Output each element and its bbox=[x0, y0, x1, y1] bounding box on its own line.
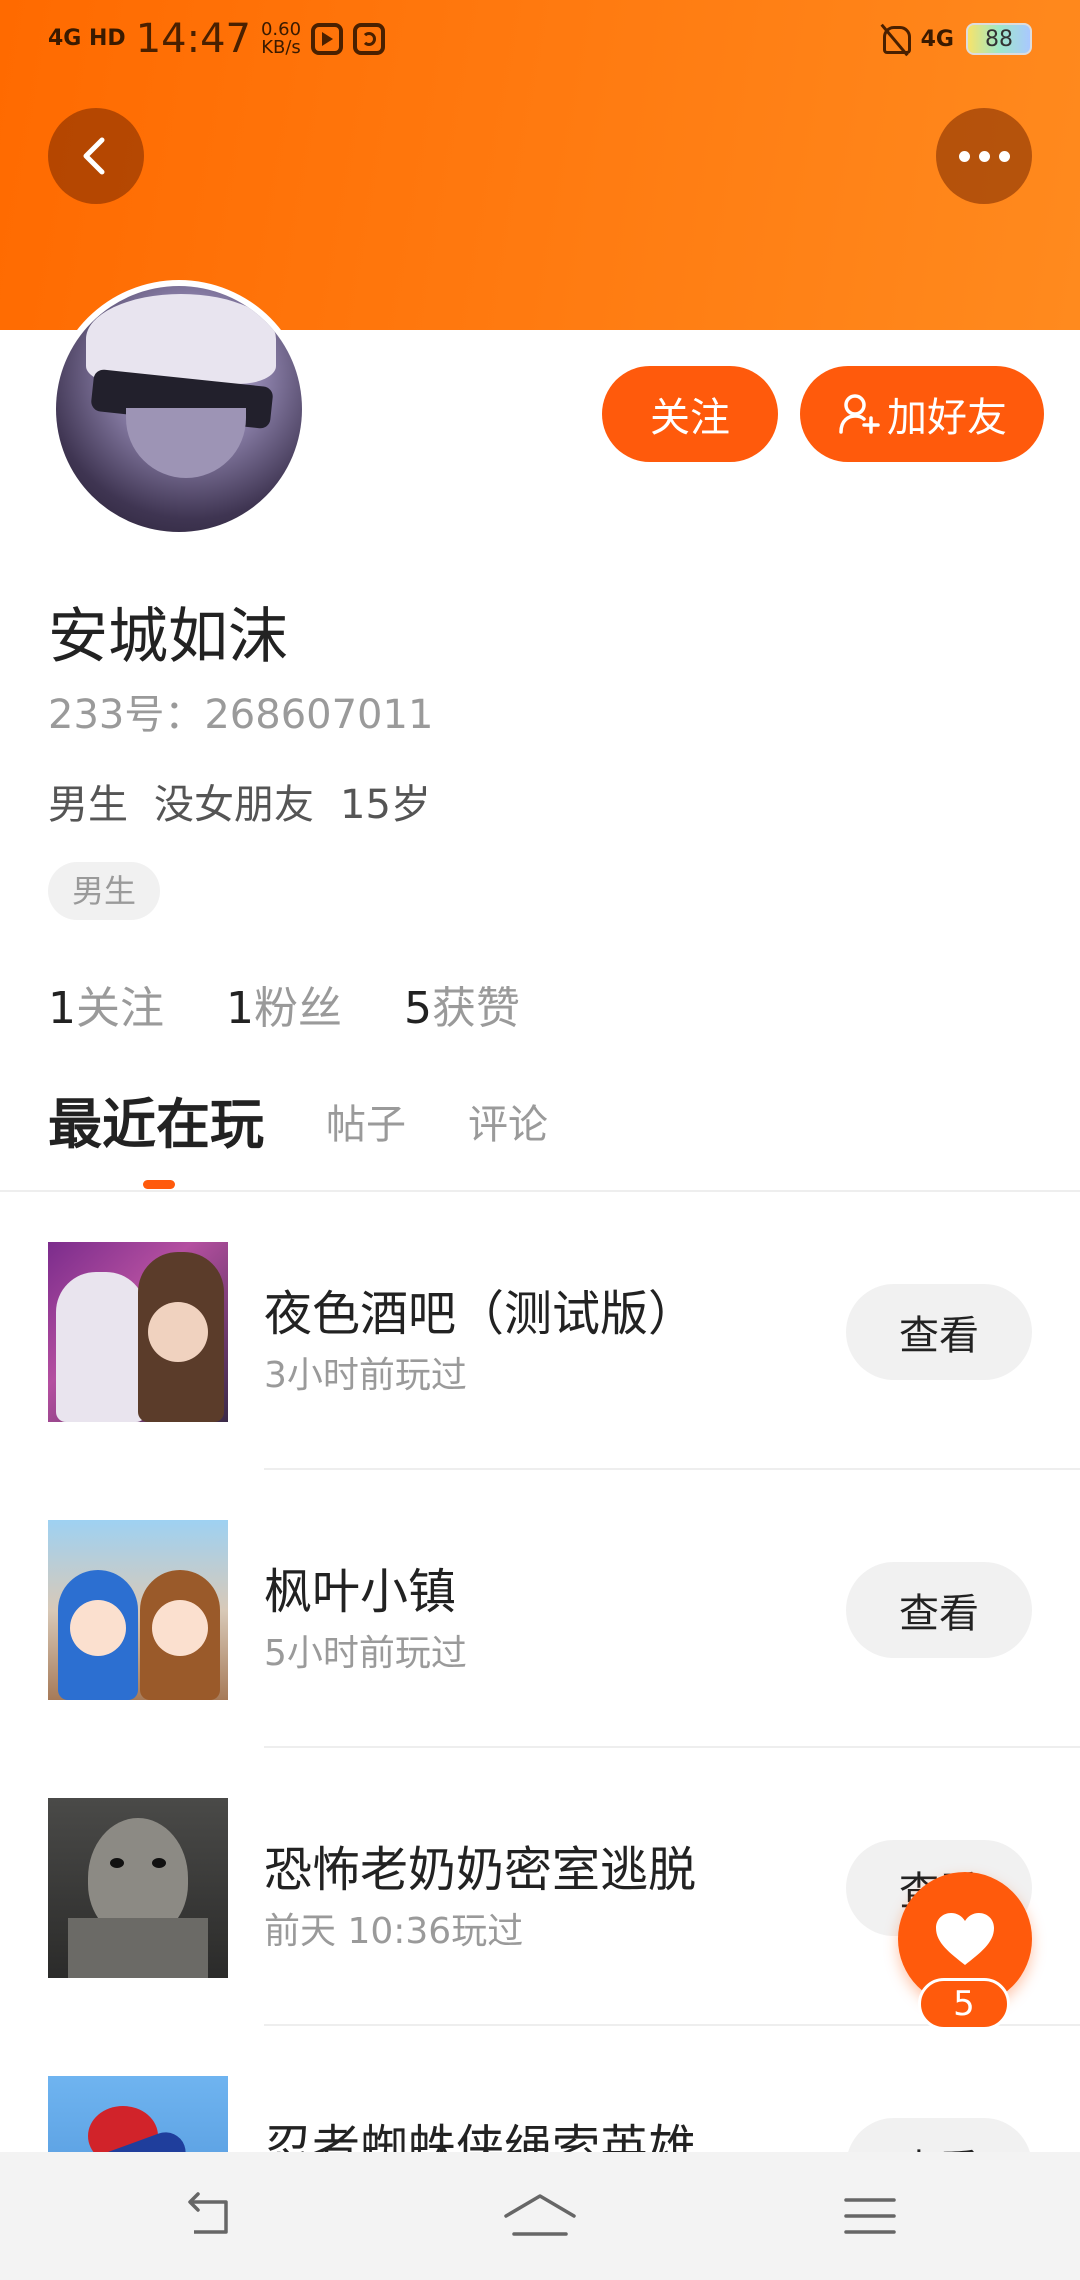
active-tab-indicator bbox=[143, 1180, 175, 1189]
tab-posts[interactable]: 帖子 bbox=[326, 1090, 406, 1160]
battery-indicator: 88 bbox=[966, 23, 1032, 55]
stat-number: 1 bbox=[48, 983, 76, 1034]
menu-icon bbox=[844, 2198, 896, 2234]
profile-tabs: 最近在玩 帖子 评论 bbox=[48, 1090, 548, 1160]
sync-app-icon bbox=[353, 23, 386, 55]
age-text: 15岁 bbox=[340, 782, 431, 828]
system-navigation-bar bbox=[0, 2152, 1080, 2280]
chevron-left-icon bbox=[83, 137, 105, 175]
add-friend-label: 加好友 bbox=[887, 395, 1007, 441]
game-thumbnail bbox=[48, 1520, 228, 1700]
game-title: 枫叶小镇 bbox=[264, 1564, 457, 1620]
speed-unit: KB/s bbox=[261, 37, 301, 58]
like-count-badge: 5 bbox=[918, 1978, 1010, 2030]
last-played-time: 前天 10:36玩过 bbox=[264, 1911, 524, 1952]
avatar-image bbox=[56, 286, 302, 532]
game-title: 恐怖老奶奶密室逃脱 bbox=[264, 1842, 697, 1898]
dot-icon bbox=[998, 150, 1010, 162]
signal-4g: 4G bbox=[920, 26, 954, 52]
profile-stats: 1关注 1粉丝 5获赞 bbox=[48, 972, 520, 1036]
add-user-icon bbox=[839, 394, 880, 434]
stat-label: 粉丝 bbox=[254, 983, 342, 1034]
return-arrow-icon bbox=[188, 2192, 228, 2234]
last-played-time: 3小时前玩过 bbox=[264, 1355, 467, 1396]
gender-text: 男生 bbox=[48, 782, 128, 828]
tab-recently-played[interactable]: 最近在玩 bbox=[48, 1090, 264, 1160]
avatar[interactable] bbox=[50, 280, 308, 538]
game-thumbnail bbox=[48, 1798, 228, 1978]
last-played-time: 5小时前玩过 bbox=[264, 1633, 467, 1674]
back-button[interactable] bbox=[48, 108, 144, 204]
gender-tag: 男生 bbox=[48, 862, 161, 920]
stat-number: 5 bbox=[404, 983, 432, 1034]
tab-comments[interactable]: 评论 bbox=[468, 1090, 548, 1160]
user-info: 男生 没女朋友 15岁 bbox=[48, 772, 431, 830]
dot-icon bbox=[978, 150, 990, 162]
add-friend-button[interactable]: 加好友 bbox=[800, 366, 1044, 462]
network-speed: 0.60 KB/s bbox=[261, 21, 301, 57]
stat-label: 关注 bbox=[76, 983, 164, 1034]
nav-back-button[interactable] bbox=[170, 2186, 250, 2246]
list-item[interactable]: 枫叶小镇 5小时前玩过 查看 bbox=[0, 1470, 1080, 1748]
dot-icon bbox=[958, 150, 970, 162]
nav-home-button[interactable] bbox=[500, 2186, 580, 2246]
stat-fans[interactable]: 1粉丝 bbox=[226, 972, 342, 1036]
more-options-button[interactable] bbox=[936, 108, 1032, 204]
game-thumbnail bbox=[48, 1242, 228, 1422]
view-button[interactable]: 查看 bbox=[846, 1562, 1032, 1658]
game-title: 夜色酒吧（测试版） bbox=[264, 1286, 697, 1342]
stat-following[interactable]: 1关注 bbox=[48, 972, 164, 1036]
network-type: 4G HD bbox=[48, 26, 126, 51]
stat-number: 1 bbox=[226, 983, 254, 1034]
stat-label: 获赞 bbox=[432, 983, 520, 1034]
nav-menu-button[interactable] bbox=[830, 2186, 910, 2246]
stat-likes[interactable]: 5获赞 bbox=[404, 972, 520, 1036]
video-app-icon bbox=[311, 23, 344, 55]
heart-icon bbox=[936, 1913, 994, 1965]
user-id: 233号：268607011 bbox=[48, 692, 434, 738]
view-button[interactable]: 查看 bbox=[846, 1284, 1032, 1380]
status-time: 14:47 bbox=[135, 16, 251, 62]
follow-button[interactable]: 关注 bbox=[602, 366, 778, 462]
list-item[interactable]: 夜色酒吧（测试版） 3小时前玩过 查看 bbox=[0, 1192, 1080, 1470]
muted-bell-icon bbox=[879, 22, 911, 56]
status-bar: 4G HD 14:47 0.60 KB/s 4G 88 bbox=[0, 0, 1080, 84]
relationship-text: 没女朋友 bbox=[154, 782, 314, 828]
home-icon bbox=[504, 2194, 576, 2236]
username: 安城如沫 bbox=[48, 602, 288, 672]
